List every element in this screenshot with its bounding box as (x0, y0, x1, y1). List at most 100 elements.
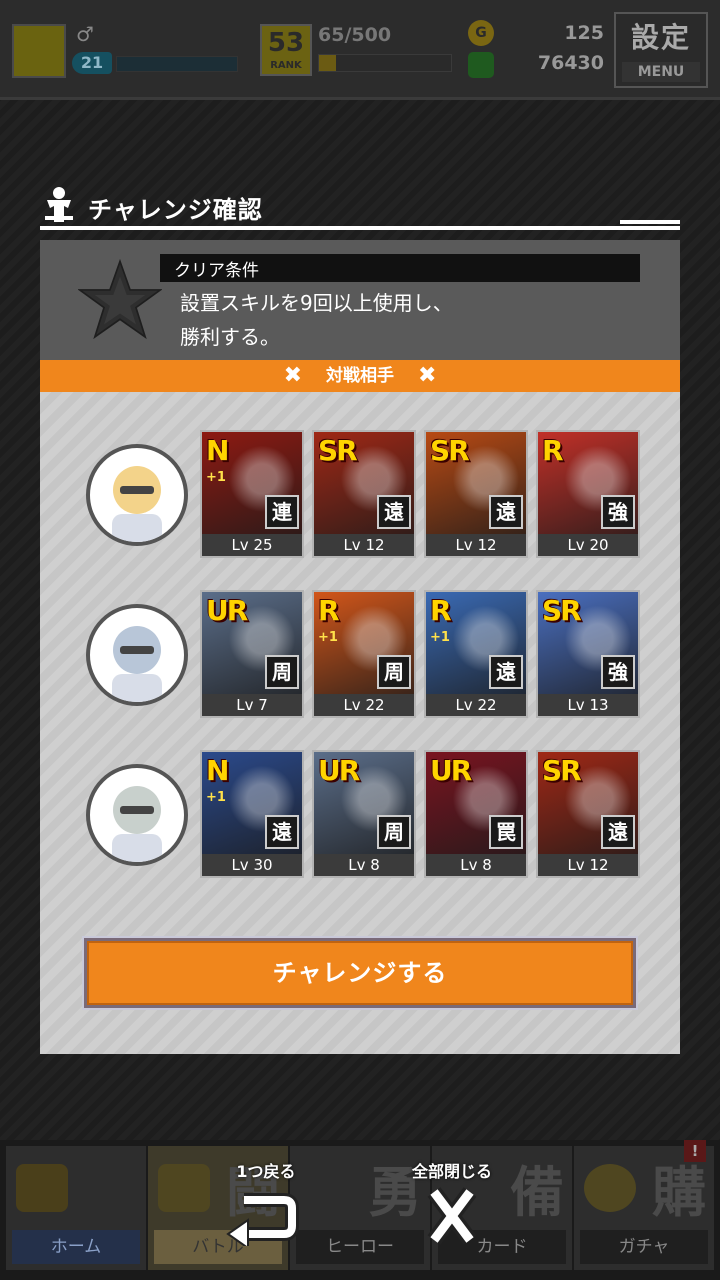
clear-condition-panel: クリア条件 設置スキルを9回以上使用し、 勝利する。 (40, 240, 680, 360)
card-level: Lv 22 (426, 694, 526, 716)
card-rarity: N (206, 434, 229, 467)
card-rarity: SR (542, 594, 582, 627)
skill-card[interactable]: R 強 Lv 20 (536, 430, 640, 558)
player-avatar[interactable] (12, 24, 66, 78)
card-type-badge: 罠 (489, 815, 523, 849)
close-all-label: 全部閉じる (411, 1162, 492, 1181)
stamina-text: 65/500 (318, 24, 392, 46)
skill-card[interactable]: SR 遠 Lv 12 (536, 750, 640, 878)
opponent-avatar[interactable] (86, 764, 188, 866)
close-all-button[interactable]: 全部閉じる (392, 1158, 512, 1248)
hero-silhouette-icon (45, 187, 73, 222)
card-type-badge: 遠 (489, 495, 523, 529)
card-type-badge: 遠 (265, 815, 299, 849)
card-level: Lv 12 (314, 534, 414, 556)
card-rarity: N (206, 754, 229, 787)
skill-card[interactable]: UR 周 Lv 7 (200, 590, 304, 718)
notification-badge: ! (684, 1140, 706, 1162)
status-bar: ♂ 21 53 RANK 65/500 G 125 76430 設定 MENU (0, 0, 720, 100)
card-rarity: R (542, 434, 564, 467)
money-count: 76430 (537, 52, 604, 74)
skill-card[interactable]: N +1 遠 Lv 30 (200, 750, 304, 878)
card-level: Lv 8 (314, 854, 414, 876)
cross-icon: ✖ (283, 363, 302, 388)
opponent-portrait-icon (112, 786, 162, 862)
card-plus: +1 (206, 470, 226, 485)
star-icon (78, 258, 162, 340)
card-rarity: UR (318, 754, 360, 787)
card-level: Lv 12 (538, 854, 638, 876)
opponent-avatar[interactable] (86, 604, 188, 706)
nav-home[interactable]: ホーム (6, 1146, 146, 1270)
close-icon (427, 1187, 477, 1245)
rank-badge: 53 RANK (260, 24, 312, 76)
gender-icon: ♂ (76, 22, 94, 46)
condition-header: クリア条件 (174, 261, 259, 281)
card-level: Lv 12 (426, 534, 526, 556)
challenge-modal: クリア条件 設置スキルを9回以上使用し、 勝利する。 ✖ 対戦相手 ✖ N +1 連 Lv… (40, 240, 680, 1054)
skill-card[interactable]: SR 強 Lv 13 (536, 590, 640, 718)
card-rarity: SR (318, 434, 358, 467)
card-level: Lv 22 (314, 694, 414, 716)
back-label: 1つ戻る (236, 1162, 296, 1181)
opponent-avatar[interactable] (86, 444, 188, 546)
challenge-button[interactable]: チャレンジする (82, 936, 638, 1010)
settings-label: 設定 (630, 21, 691, 54)
card-level: Lv 13 (538, 694, 638, 716)
card-rarity: SR (430, 434, 470, 467)
settings-menu-button[interactable]: 設定 MENU (614, 12, 708, 88)
opponent-row: N +1 連 Lv 25 SR 遠 Lv 12 SR 遠 Lv 12 R 強 Lv 20 (86, 430, 646, 558)
condition-text: 設置スキルを9回以上使用し、 勝利する。 (180, 286, 640, 354)
skill-card[interactable]: R +1 周 Lv 22 (312, 590, 416, 718)
modal-title: チャレンジ確認 (88, 196, 263, 224)
card-rarity: UR (430, 754, 472, 787)
opponent-banner-label: 対戦相手 (326, 366, 394, 386)
card-type-badge: 連 (265, 495, 299, 529)
cross-icon: ✖ (418, 363, 437, 388)
card-type-badge: 遠 (489, 655, 523, 689)
skill-card[interactable]: SR 遠 Lv 12 (312, 430, 416, 558)
condition-header-bar: クリア条件 (160, 254, 640, 282)
skill-card[interactable]: UR 周 Lv 8 (312, 750, 416, 878)
card-type-badge: 強 (601, 495, 635, 529)
card-type-badge: 強 (601, 655, 635, 689)
card-type-badge: 遠 (377, 495, 411, 529)
card-type-badge: 周 (265, 655, 299, 689)
menu-label: MENU (622, 62, 700, 82)
player-level-badge: 21 (72, 52, 112, 74)
skill-card[interactable]: N +1 連 Lv 25 (200, 430, 304, 558)
card-rarity: R (430, 594, 452, 627)
card-rarity: UR (206, 594, 248, 627)
gacha-icon (584, 1164, 636, 1212)
skill-card[interactable]: SR 遠 Lv 12 (424, 430, 528, 558)
exp-bar (116, 56, 238, 72)
card-level: Lv 30 (202, 854, 302, 876)
nav-gacha-label: ガチャ (580, 1230, 708, 1264)
card-level: Lv 8 (426, 854, 526, 876)
opponent-portrait-icon (112, 466, 162, 542)
card-level: Lv 25 (202, 534, 302, 556)
opponent-row: UR 周 Lv 7 R +1 周 Lv 22 R +1 遠 Lv 22 SR 強 Lv 13 (86, 590, 646, 718)
coin-icon: G (468, 20, 494, 46)
card-plus: +1 (206, 790, 226, 805)
card-rarity: SR (542, 754, 582, 787)
coin-count: 125 (564, 22, 604, 44)
nav-gacha[interactable]: 購 ガチャ ! (574, 1140, 714, 1270)
condition-line-1: 設置スキルを9回以上使用し、 (180, 291, 453, 315)
stamina-bar (318, 54, 452, 72)
skill-card[interactable]: R +1 遠 Lv 22 (424, 590, 528, 718)
back-button[interactable]: 1つ戻る (206, 1158, 326, 1250)
card-plus: +1 (430, 630, 450, 645)
skill-card[interactable]: UR 罠 Lv 8 (424, 750, 528, 878)
rank-number: 53 (267, 28, 305, 58)
title-underline (40, 220, 680, 230)
opponent-portrait-icon (112, 626, 162, 702)
opponent-banner: ✖ 対戦相手 ✖ (40, 360, 680, 392)
card-type-badge: 周 (377, 815, 411, 849)
bottom-nav: ホーム 闘 バトル 勇 ヒーロー 備 カード 購 ガチャ ! (0, 1140, 720, 1280)
modal-header: チャレンジ確認 (40, 184, 680, 232)
nav-home-label: ホーム (12, 1230, 140, 1264)
nav-card-kanji: 備 (510, 1161, 564, 1224)
card-type-badge: 周 (377, 655, 411, 689)
gamepad-icon (158, 1164, 210, 1212)
